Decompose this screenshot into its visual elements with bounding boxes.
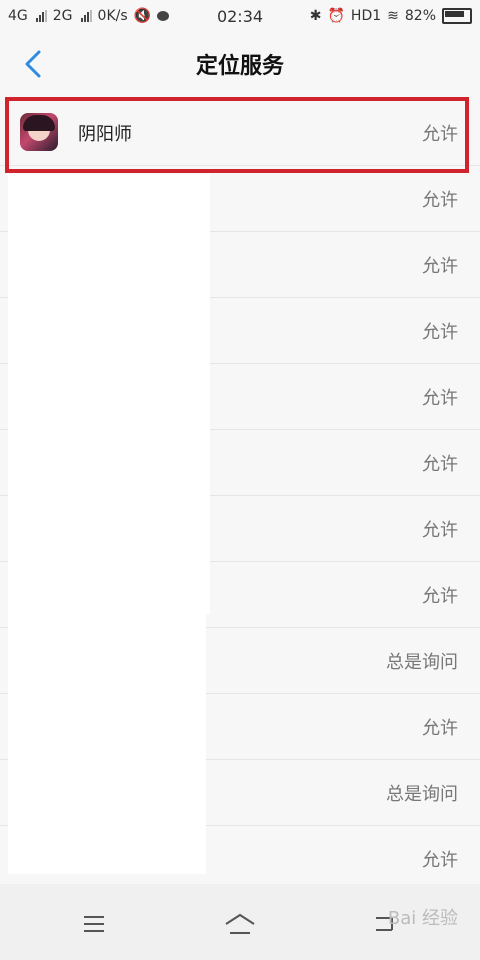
app-icon xyxy=(20,113,58,151)
permission-value: 允许 xyxy=(422,849,458,871)
watermark: Bai 经验 xyxy=(387,908,458,929)
redaction-block xyxy=(8,174,210,614)
list-item[interactable]: 阴阳师 允许 xyxy=(0,100,480,166)
permission-value: 允许 xyxy=(422,519,458,541)
hd-label: HD1 xyxy=(350,8,382,24)
permission-value: 允许 xyxy=(422,585,458,607)
home-button[interactable] xyxy=(220,904,260,944)
menu-icon xyxy=(84,916,104,932)
permission-value: 允许 xyxy=(422,255,458,277)
bluetooth-icon: ✱ xyxy=(309,8,322,24)
status-right: ✱ ⏰ HD1 ≋ 82% xyxy=(310,8,472,24)
permission-value: 允许 xyxy=(422,387,458,409)
app-name: 阴阳师 xyxy=(78,123,132,145)
menu-button[interactable] xyxy=(74,904,114,944)
permission-value: 允许 xyxy=(422,717,458,739)
permission-value: 允许 xyxy=(422,321,458,343)
permission-value: 允许 xyxy=(422,123,458,145)
bottom-nav: Bai 经验 xyxy=(0,884,480,960)
nav-bar: 定位服务 xyxy=(0,34,480,92)
permission-value: 允许 xyxy=(422,189,458,211)
permission-value: 允许 xyxy=(422,453,458,475)
page-title: 定位服务 xyxy=(195,54,284,79)
redaction-block xyxy=(8,612,206,874)
permission-value: 总是询问 xyxy=(386,651,458,673)
alarm-icon: ⏰ xyxy=(327,8,345,24)
permission-value: 总是询问 xyxy=(386,783,458,805)
wifi-icon: ≋ xyxy=(387,8,399,24)
battery-icon xyxy=(442,8,472,24)
status-bar: 4G 2G 0K/s 🔇 02:34 ✱ ⏰ HD1 ≋ 82% xyxy=(0,0,480,34)
home-icon xyxy=(225,913,255,934)
battery-percent: 82% xyxy=(404,8,436,24)
